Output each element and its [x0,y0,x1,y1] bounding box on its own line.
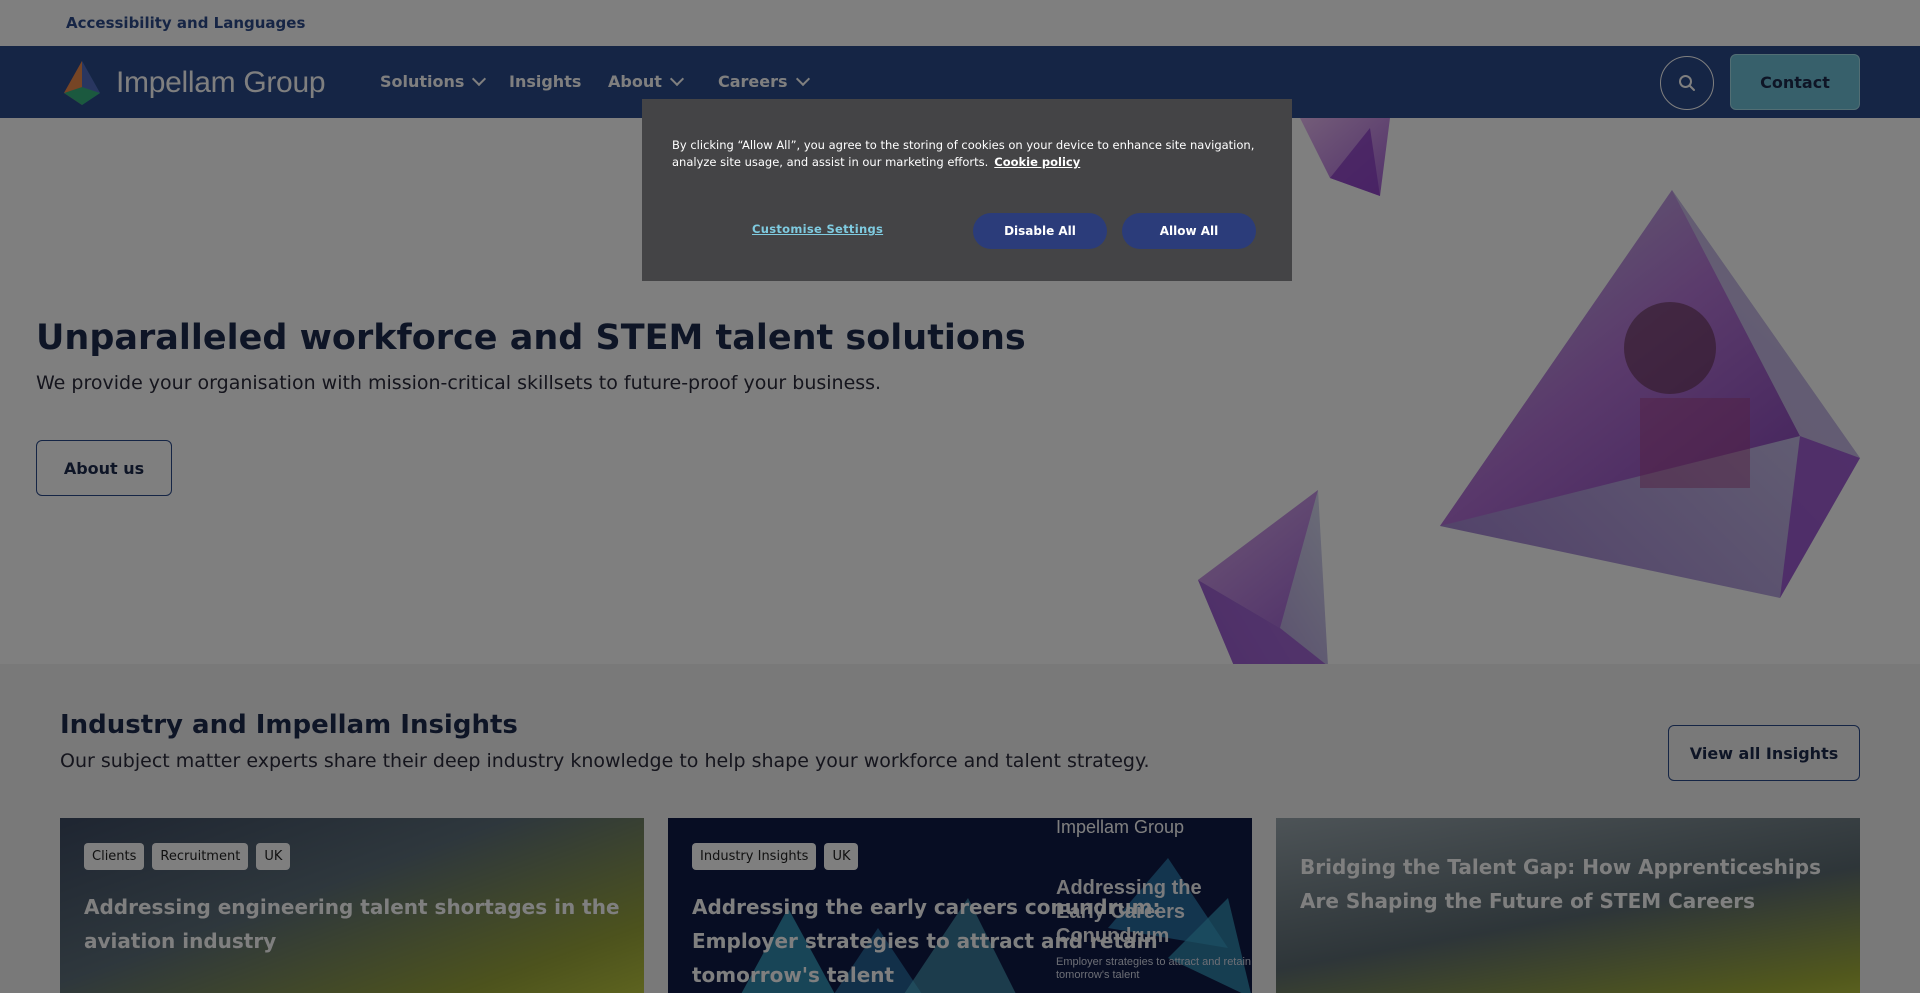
disable-all-button[interactable]: Disable All [973,213,1107,249]
allow-all-button[interactable]: Allow All [1122,213,1256,249]
customise-settings-link[interactable]: Customise Settings [752,222,883,236]
cookie-message: By clicking “Allow All”, you agree to th… [672,137,1272,171]
cookie-consent-dialog: By clicking “Allow All”, you agree to th… [642,99,1292,281]
cookie-message-text: By clicking “Allow All”, you agree to th… [672,138,1255,169]
cookie-policy-link[interactable]: Cookie policy [994,155,1080,169]
